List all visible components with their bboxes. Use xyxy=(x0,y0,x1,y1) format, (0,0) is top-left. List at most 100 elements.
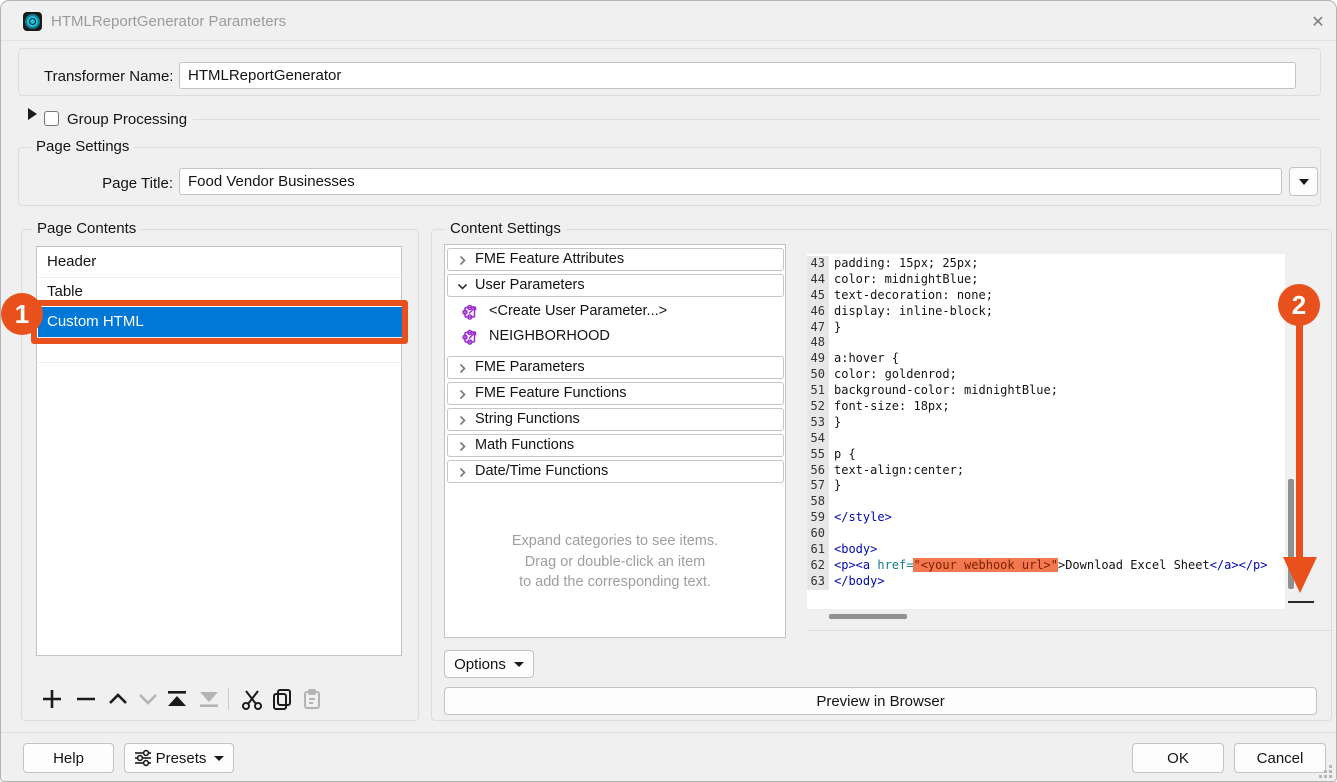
chevron-right-icon xyxy=(457,255,468,266)
code-line-48[interactable]: 48 xyxy=(807,335,1285,351)
tree-item-create-user-parameter[interactable]: <Create User Parameter...> xyxy=(445,300,782,323)
transformer-name-label: Transformer Name: xyxy=(44,68,173,85)
move-down-icon xyxy=(135,686,161,712)
chevron-down-icon xyxy=(214,756,224,761)
code-line-59[interactable]: 59</style> xyxy=(807,510,1285,526)
code-line-46[interactable]: 46display: inline-block; xyxy=(807,304,1285,320)
code-line-45[interactable]: 45text-decoration: none; xyxy=(807,288,1285,304)
line-number: 56 xyxy=(807,463,829,479)
line-number: 54 xyxy=(807,431,829,447)
remove-icon[interactable] xyxy=(73,686,99,712)
code-line-57[interactable]: 57} xyxy=(807,478,1285,494)
content-settings-group-label: Content Settings xyxy=(445,220,566,237)
line-number: 45 xyxy=(807,288,829,304)
annotation-step2-arrow-shaft xyxy=(1296,323,1303,557)
tree-item-neighborhood[interactable]: NEIGHBORHOOD xyxy=(445,325,782,348)
code-line-61[interactable]: 61<body> xyxy=(807,542,1285,558)
copy-icon[interactable] xyxy=(269,686,295,712)
paste-icon xyxy=(299,686,325,712)
chevron-right-icon xyxy=(457,415,468,426)
group-processing-checkbox[interactable] xyxy=(44,111,59,126)
annotation-step2-badge: 2 xyxy=(1278,284,1320,326)
code-line-47[interactable]: 47} xyxy=(807,320,1285,336)
line-number: 44 xyxy=(807,272,829,288)
code-line-58[interactable]: 58 xyxy=(807,494,1285,510)
line-number: 57 xyxy=(807,478,829,494)
code-line-62[interactable]: 62<p><a href="<your webhook url>">Downlo… xyxy=(807,558,1285,574)
code-line-63[interactable]: 63</body> xyxy=(807,574,1285,590)
list-item-header[interactable]: Header xyxy=(38,247,402,277)
options-button-label: Options xyxy=(454,656,506,673)
add-icon[interactable] xyxy=(39,686,65,712)
tree-category-user-parameters[interactable]: User Parameters xyxy=(447,274,784,297)
group-processing-label: Group Processing xyxy=(67,111,187,128)
group-processing-expander-icon[interactable] xyxy=(28,108,37,120)
title-bar: HTMLReportGenerator Parameters ✕ xyxy=(1,1,1337,41)
window-title: HTMLReportGenerator Parameters xyxy=(51,1,286,41)
code-line-60[interactable]: 60 xyxy=(807,526,1285,542)
page-contents-group-label: Page Contents xyxy=(32,220,141,237)
code-line-51[interactable]: 51background-color: midnightBlue; xyxy=(807,383,1285,399)
line-number: 60 xyxy=(807,526,829,542)
line-number: 43 xyxy=(807,256,829,272)
line-number: 55 xyxy=(807,447,829,463)
preview-in-browser-button[interactable]: Preview in Browser xyxy=(444,687,1317,715)
user-parameter-icon xyxy=(462,328,479,345)
code-line-52[interactable]: 52font-size: 18px; xyxy=(807,399,1285,415)
toolbar-separator xyxy=(228,688,229,710)
list-divider xyxy=(38,362,402,363)
editor-bottom-divider xyxy=(807,630,1332,631)
line-number: 62 xyxy=(807,558,829,574)
move-up-icon[interactable] xyxy=(105,686,131,712)
cancel-button[interactable]: Cancel xyxy=(1234,743,1326,773)
resize-grip-icon[interactable] xyxy=(1318,764,1333,779)
ok-button[interactable]: OK xyxy=(1132,743,1224,773)
tree-category-math-functions[interactable]: Math Functions xyxy=(447,434,784,457)
line-number: 48 xyxy=(807,335,829,351)
close-icon[interactable]: ✕ xyxy=(1304,9,1332,34)
annotation-step1-box xyxy=(31,300,408,344)
annotation-step1-badge: 1 xyxy=(1,293,43,335)
tree-category-string-functions[interactable]: String Functions xyxy=(447,408,784,431)
sliders-icon xyxy=(134,749,152,767)
options-button[interactable]: Options xyxy=(444,650,534,678)
line-number: 53 xyxy=(807,415,829,431)
page-settings-group-label: Page Settings xyxy=(31,138,134,155)
code-line-50[interactable]: 50color: goldenrod; xyxy=(807,367,1285,383)
editor-resize-handle xyxy=(1288,601,1314,603)
group-processing-divider xyxy=(193,119,1321,120)
page-title-input[interactable] xyxy=(179,168,1282,195)
code-line-53[interactable]: 53} xyxy=(807,415,1285,431)
horizontal-scrollbar-thumb[interactable] xyxy=(829,614,907,619)
transformer-name-input[interactable] xyxy=(179,62,1296,89)
code-line-49[interactable]: 49a:hover { xyxy=(807,351,1285,367)
move-to-top-icon[interactable] xyxy=(164,686,190,712)
help-button[interactable]: Help xyxy=(23,743,114,773)
tree-category-fme-feature-attributes[interactable]: FME Feature Attributes xyxy=(447,248,784,271)
tree-hint-text: Expand categories to see items.Drag or d… xyxy=(445,531,785,593)
tree-category-fme-parameters[interactable]: FME Parameters xyxy=(447,356,784,379)
cut-icon[interactable] xyxy=(239,686,265,712)
line-number: 63 xyxy=(807,574,829,590)
code-line-56[interactable]: 56text-align:center; xyxy=(807,463,1285,479)
code-line-44[interactable]: 44color: midnightBlue; xyxy=(807,272,1285,288)
chevron-right-icon xyxy=(457,363,468,374)
tree-category-fme-feature-functions[interactable]: FME Feature Functions xyxy=(447,382,784,405)
code-line-54[interactable]: 54 xyxy=(807,431,1285,447)
page-title-label: Page Title: xyxy=(95,175,173,192)
custom-html-code-editor[interactable]: 43padding: 15px; 25px;44color: midnightB… xyxy=(807,254,1285,609)
page-title-dropdown-button[interactable] xyxy=(1289,167,1318,196)
line-number: 61 xyxy=(807,542,829,558)
code-line-43[interactable]: 43padding: 15px; 25px; xyxy=(807,256,1285,272)
tree-category-date-time-functions[interactable]: Date/Time Functions xyxy=(447,460,784,483)
user-parameter-icon xyxy=(462,303,479,320)
code-line-55[interactable]: 55p { xyxy=(807,447,1285,463)
chevron-right-icon xyxy=(457,389,468,400)
line-number: 58 xyxy=(807,494,829,510)
line-number: 49 xyxy=(807,351,829,367)
annotation-step2-arrowhead-icon xyxy=(1283,557,1317,593)
presets-button[interactable]: Presets xyxy=(124,743,234,773)
line-number: 51 xyxy=(807,383,829,399)
presets-button-label: Presets xyxy=(156,750,207,767)
chevron-right-icon xyxy=(457,467,468,478)
